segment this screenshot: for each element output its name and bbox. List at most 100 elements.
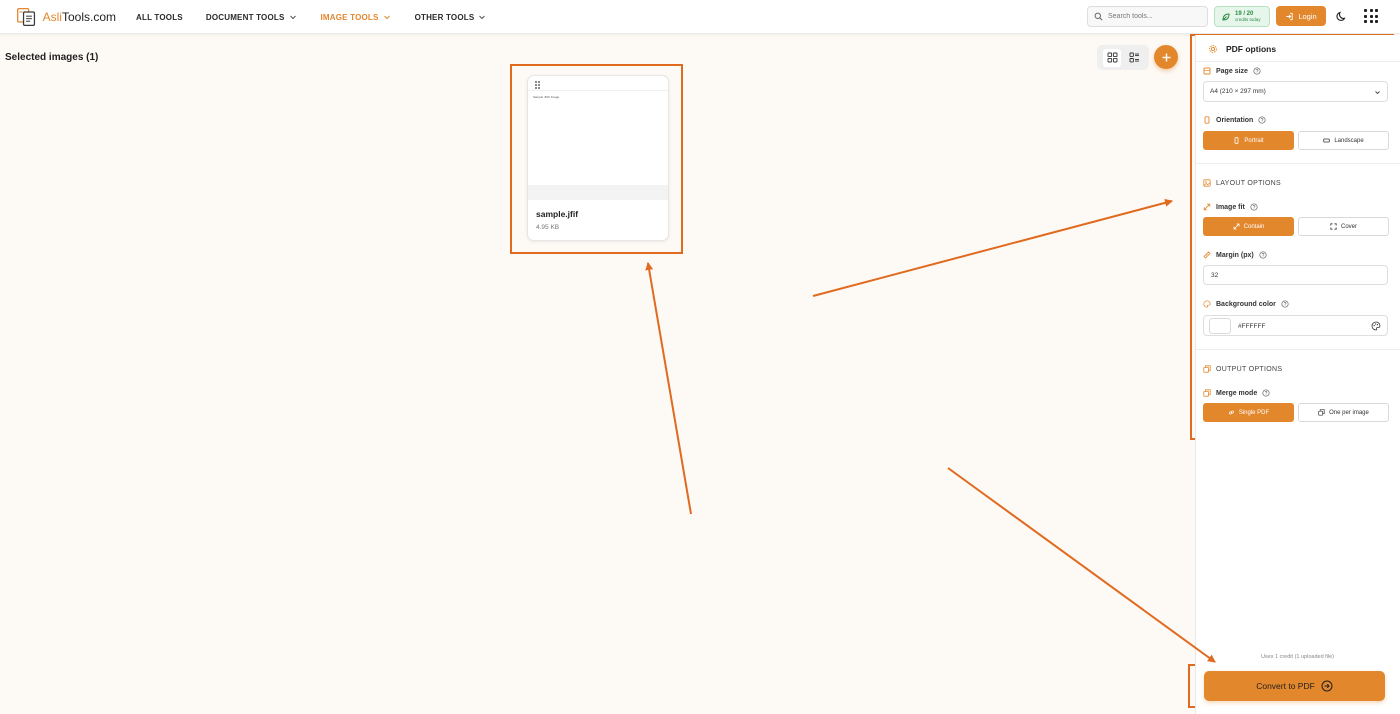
contain-button[interactable]: Contain xyxy=(1203,217,1294,236)
view-toggle xyxy=(1097,45,1149,70)
help-icon[interactable] xyxy=(1253,67,1261,75)
ruler-icon xyxy=(1203,251,1211,259)
moon-icon[interactable] xyxy=(1336,10,1348,22)
expand-icon xyxy=(1330,223,1337,230)
document-logo-icon xyxy=(17,7,36,27)
nav-other-tools[interactable]: OTHER TOOLS xyxy=(415,12,488,22)
resize-icon xyxy=(1203,203,1211,211)
sidebar-title: PDF options xyxy=(1226,44,1277,54)
gear-icon xyxy=(1209,45,1217,53)
plus-icon xyxy=(1162,53,1170,61)
margin-value: 32 xyxy=(1211,271,1219,279)
help-icon[interactable] xyxy=(1259,251,1267,259)
convert-label: Convert to PDF xyxy=(1256,681,1315,691)
page-size-label: Page size xyxy=(1203,67,1261,75)
logo-text: AsliTools.com xyxy=(43,10,116,24)
nav-document-tools[interactable]: DOCUMENT TOOLS xyxy=(206,12,298,22)
one-per-image-button[interactable]: One per image xyxy=(1298,403,1389,422)
palette-icon[interactable] xyxy=(1371,321,1381,331)
palette-icon xyxy=(1203,300,1211,308)
chevron-down-icon xyxy=(479,15,486,20)
cover-label: Cover xyxy=(1340,223,1357,230)
output-options-section: OUTPUT OPTIONS xyxy=(1203,365,1282,373)
nav-label: DOCUMENT TOOLS xyxy=(205,12,285,22)
orientation-label: Orientation xyxy=(1203,116,1266,124)
landscape-icon xyxy=(1323,138,1331,143)
divider xyxy=(1196,61,1400,62)
output-icon xyxy=(1203,389,1211,397)
logo-suffix: Tools.com xyxy=(61,10,116,24)
sidebar-header: PDF options xyxy=(1208,44,1276,54)
nav-label: IMAGE TOOLS xyxy=(320,12,379,22)
cover-button[interactable]: Cover xyxy=(1298,217,1389,236)
margin-text: Margin (px) xyxy=(1216,251,1254,259)
landscape-button[interactable]: Landscape xyxy=(1298,131,1389,150)
page-size-value: A4 (210 × 297 mm) xyxy=(1210,88,1266,95)
grid-view-icon xyxy=(1107,52,1117,63)
layout-options-text: LAYOUT OPTIONS xyxy=(1216,179,1282,187)
output-options-text: OUTPUT OPTIONS xyxy=(1216,365,1283,373)
login-button[interactable]: Login xyxy=(1276,6,1326,26)
arrow-to-card xyxy=(645,262,692,515)
site-logo[interactable]: AsliTools.com xyxy=(16,4,116,30)
nav-image-tools[interactable]: IMAGE TOOLS xyxy=(321,12,392,22)
page-size-select[interactable]: A4 (210 × 297 mm) xyxy=(1203,81,1388,102)
help-icon[interactable] xyxy=(1258,116,1266,124)
arrow-circle-right-icon xyxy=(1321,680,1333,692)
credits-badge[interactable]: 19 / 20 credits today xyxy=(1214,6,1270,27)
credits-sub: credits today xyxy=(1235,16,1261,22)
leaf-icon xyxy=(1222,12,1230,21)
login-icon xyxy=(1286,12,1293,20)
single-pdf-label: Single PDF xyxy=(1238,409,1270,416)
search-input[interactable] xyxy=(1108,13,1203,20)
list-view-button[interactable] xyxy=(1125,49,1143,67)
portrait-button[interactable]: Portrait xyxy=(1203,131,1294,150)
pdf-options-sidebar: PDF options Page size A4 (210 × 297 mm) … xyxy=(1195,35,1400,714)
page-size-icon xyxy=(1203,67,1211,75)
merge-mode-label: Merge mode xyxy=(1203,389,1270,397)
color-swatch[interactable] xyxy=(1209,318,1231,334)
merge-mode-text: Merge mode xyxy=(1216,389,1258,397)
convert-to-pdf-button[interactable]: Convert to PDF xyxy=(1204,671,1385,701)
nav-all-tools[interactable]: ALL TOOLS xyxy=(136,13,183,22)
landscape-label: Landscape xyxy=(1334,137,1364,144)
background-color-input[interactable]: #FFFFFF xyxy=(1203,315,1388,336)
single-pdf-button[interactable]: Single PDF xyxy=(1203,403,1294,422)
phone-icon xyxy=(1234,137,1239,144)
credits-text: 19 / 20 credits today xyxy=(1235,11,1261,23)
logo-prefix: Asli xyxy=(42,10,62,24)
image-fit-label: Image fit xyxy=(1203,203,1258,211)
margin-input[interactable]: 32 xyxy=(1203,265,1388,285)
background-color-value: #FFFFFF xyxy=(1238,323,1266,330)
image-fit-text: Image fit xyxy=(1216,203,1245,211)
divider xyxy=(1196,163,1400,164)
resize-icon xyxy=(1233,223,1240,230)
credit-usage-note: Uses 1 credit (1 uploaded file) xyxy=(1260,654,1335,660)
margin-label: Margin (px) xyxy=(1203,251,1267,259)
search-box[interactable] xyxy=(1087,6,1208,27)
main-nav: ALL TOOLS DOCUMENT TOOLS IMAGE TOOLS OTH… xyxy=(136,0,510,34)
selected-images-title: Selected images (1) xyxy=(5,52,99,63)
contain-label: Contain xyxy=(1243,223,1265,230)
add-image-button[interactable] xyxy=(1154,45,1178,69)
divider xyxy=(1196,349,1400,350)
portrait-label: Portrait xyxy=(1244,137,1264,144)
page-size-text: Page size xyxy=(1216,67,1248,75)
background-color-label: Background color xyxy=(1203,300,1289,308)
phone-icon xyxy=(1204,116,1210,124)
help-icon[interactable] xyxy=(1250,203,1258,211)
chevron-down-icon xyxy=(383,15,390,20)
arrow-to-convert xyxy=(947,467,1216,663)
grid-view-button[interactable] xyxy=(1103,48,1121,67)
top-header: AsliTools.com ALL TOOLS DOCUMENT TOOLS I… xyxy=(0,0,1400,34)
help-icon[interactable] xyxy=(1262,389,1270,397)
chevron-down-icon xyxy=(289,15,296,20)
chevron-down-icon xyxy=(1375,91,1380,95)
arrow-to-options xyxy=(812,198,1173,297)
layout-icon xyxy=(1203,179,1211,187)
one-per-image-label: One per image xyxy=(1329,409,1369,416)
link-icon xyxy=(1228,410,1234,415)
search-icon xyxy=(1094,12,1103,21)
help-icon[interactable] xyxy=(1281,300,1289,308)
apps-grid-icon[interactable] xyxy=(1364,9,1378,23)
